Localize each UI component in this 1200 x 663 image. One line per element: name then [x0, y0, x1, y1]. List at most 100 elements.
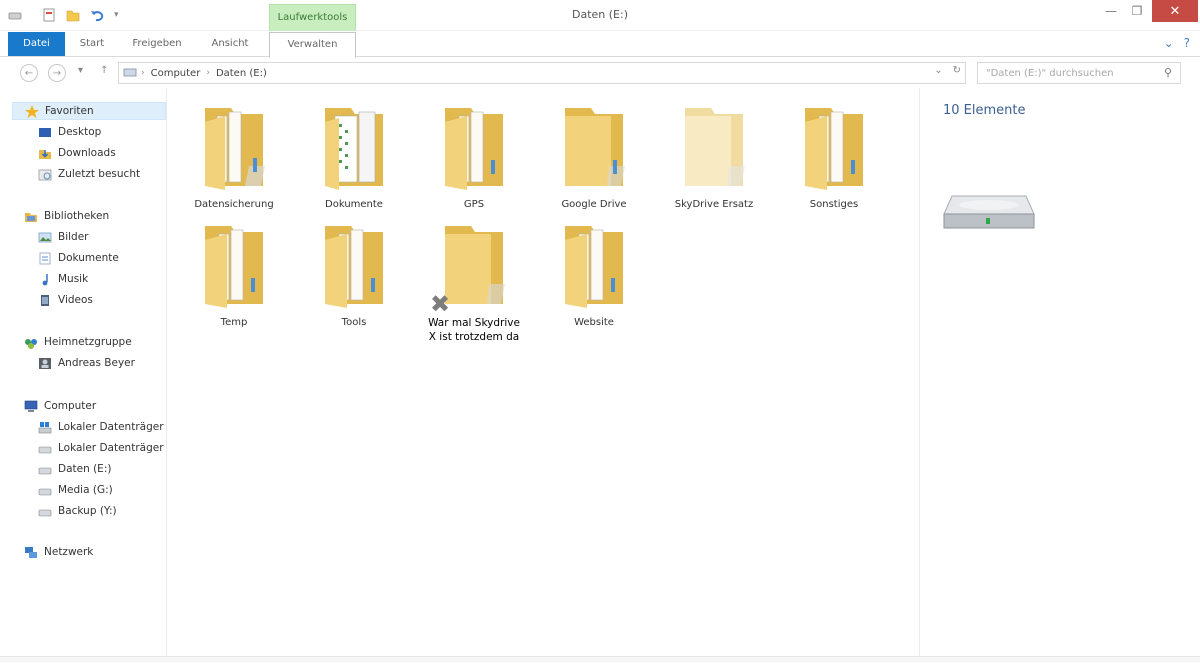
nav-label: Netzwerk [44, 546, 94, 558]
folder-icon [205, 226, 263, 308]
videos-icon [38, 294, 52, 307]
help-icon[interactable]: ? [1184, 36, 1190, 50]
nav-label: Lokaler Datenträger [58, 421, 164, 433]
nav-item-downloads[interactable]: Downloads [38, 144, 116, 162]
folder-label: Tools [341, 317, 367, 328]
folder-item[interactable]: SkyDrive Ersatz [654, 88, 774, 210]
close-button[interactable]: ✕ [1152, 0, 1198, 22]
forward-button[interactable]: → [48, 64, 66, 82]
address-controls: ⌄ ↻ [934, 65, 961, 76]
nav-item-videos[interactable]: Videos [38, 291, 93, 309]
nav-item-daten[interactable]: Daten (E:) [38, 460, 111, 478]
nav-label: Downloads [58, 147, 116, 159]
drive-icon [38, 442, 52, 455]
nav-label: Andreas Beyer [58, 357, 135, 369]
breadcrumb-current[interactable]: Daten (E:) [216, 68, 267, 79]
maximize-button[interactable]: ❐ [1124, 0, 1150, 22]
drive-icon [38, 484, 52, 497]
search-box: ⚲ [977, 62, 1181, 84]
nav-item-desktop[interactable]: Desktop [38, 123, 101, 141]
nav-label: Media (G:) [58, 484, 113, 496]
nav-homegroup[interactable]: Heimnetzgruppe [24, 333, 132, 351]
nav-label: Heimnetzgruppe [44, 336, 132, 348]
forward-arrow-icon: → [52, 67, 62, 79]
nav-label: Computer [44, 400, 97, 412]
nav-libraries[interactable]: Bibliotheken [24, 207, 109, 225]
nav-label: Zuletzt besucht [58, 168, 141, 180]
up-arrow-icon[interactable]: ↑ [100, 65, 108, 76]
refresh-icon[interactable]: ↻ [953, 65, 961, 76]
tab-start[interactable]: Start [70, 32, 114, 56]
nav-item-backup[interactable]: Backup (Y:) [38, 502, 117, 520]
nav-item-local-disk-2[interactable]: Lokaler Datenträger [38, 439, 164, 457]
folder-icon [805, 108, 863, 190]
folder-item[interactable]: GPS [414, 88, 534, 210]
folder-icon [325, 226, 383, 308]
nav-computer[interactable]: Computer [24, 397, 96, 415]
recent-locations-icon[interactable]: ▾ [78, 65, 83, 76]
nav-favorites[interactable]: Favoriten [12, 102, 166, 120]
folder-icon [685, 108, 745, 186]
search-input[interactable] [978, 63, 1148, 83]
nav-label: Backup (Y:) [58, 505, 117, 517]
folder-item[interactable]: Tools [294, 206, 414, 328]
breadcrumb-computer[interactable]: Computer [151, 68, 201, 79]
folder-label: War mal Skydrive X ist trotzdem da [428, 317, 520, 343]
folder-label: SkyDrive Ersatz [674, 199, 754, 210]
hard-drive-icon [942, 188, 1036, 241]
star-icon [25, 104, 39, 118]
nav-label: Daten (E:) [58, 463, 112, 475]
libraries-icon [24, 210, 38, 223]
tab-freigeben[interactable]: Freigeben [124, 32, 190, 56]
nav-item-dokumente[interactable]: Dokumente [38, 249, 119, 267]
nav-item-user[interactable]: Andreas Beyer [38, 354, 135, 372]
details-pane: 10 Elemente [919, 88, 1200, 656]
nav-item-bilder[interactable]: Bilder [38, 228, 88, 246]
window-title: Daten (E:) [572, 8, 628, 21]
folder-item[interactable]: Google Drive [534, 88, 654, 210]
tab-ansicht[interactable]: Ansicht [200, 32, 260, 56]
drive-icon [38, 463, 52, 476]
network-icon [24, 546, 38, 559]
folder-item[interactable]: Temp [174, 206, 294, 328]
folder-icon [205, 108, 265, 190]
folder-label: Sonstiges [809, 199, 859, 210]
nav-item-media[interactable]: Media (G:) [38, 481, 113, 499]
nav-item-local-disk-1[interactable]: Lokaler Datenträger [38, 418, 164, 436]
close-icon: ✕ [1169, 3, 1181, 19]
file-list: Datensicherung Dokumente GPS Google Driv… [168, 88, 918, 656]
folder-item[interactable]: Sonstiges [774, 88, 894, 210]
tab-verwalten[interactable]: Verwalten [269, 32, 356, 58]
address-dropdown-icon[interactable]: ⌄ [934, 65, 942, 76]
status-bar [0, 656, 1200, 663]
minimize-button[interactable]: — [1098, 0, 1124, 22]
search-icon[interactable]: ⚲ [1164, 66, 1172, 79]
ribbon-controls: ⌄ ? [1164, 36, 1190, 50]
tab-datei[interactable]: Datei [8, 32, 65, 56]
ribbon-tabs: Datei Start Freigeben Ansicht Verwalten … [0, 31, 1200, 58]
navigation-pane: Favoriten Desktop Downloads Zuletzt besu… [0, 88, 167, 656]
nav-network[interactable]: Netzwerk [24, 543, 93, 561]
documents-icon [38, 252, 52, 265]
back-button[interactable]: ← [20, 64, 38, 82]
nav-item-recent[interactable]: Zuletzt besucht [38, 165, 140, 183]
folder-item[interactable]: Website [534, 206, 654, 328]
address-bar[interactable]: › Computer › Daten (E:) ⌄ ↻ [118, 62, 966, 84]
nav-item-musik[interactable]: Musik [38, 270, 88, 288]
minimize-icon: — [1105, 4, 1117, 18]
pictures-icon [38, 231, 52, 244]
folder-icon [325, 108, 383, 190]
drive-icon [38, 505, 52, 518]
expand-ribbon-icon[interactable]: ⌄ [1164, 36, 1174, 50]
computer-small-icon [123, 68, 137, 78]
title-bar: ▾ Laufwerktools Daten (E:) — ❐ ✕ [0, 0, 1200, 31]
nav-label: Bilder [58, 231, 89, 243]
user-icon [38, 357, 52, 370]
breadcrumb-chevron-icon: › [206, 68, 210, 78]
system-drive-icon [38, 421, 52, 434]
folder-item[interactable]: Datensicherung [174, 88, 294, 210]
desktop-icon [38, 126, 52, 139]
folder-item-skydrive[interactable]: ✖ War mal Skydrive X ist trotzdem da [414, 206, 534, 343]
folder-item[interactable]: Dokumente [294, 88, 414, 210]
recent-places-icon [38, 168, 52, 181]
